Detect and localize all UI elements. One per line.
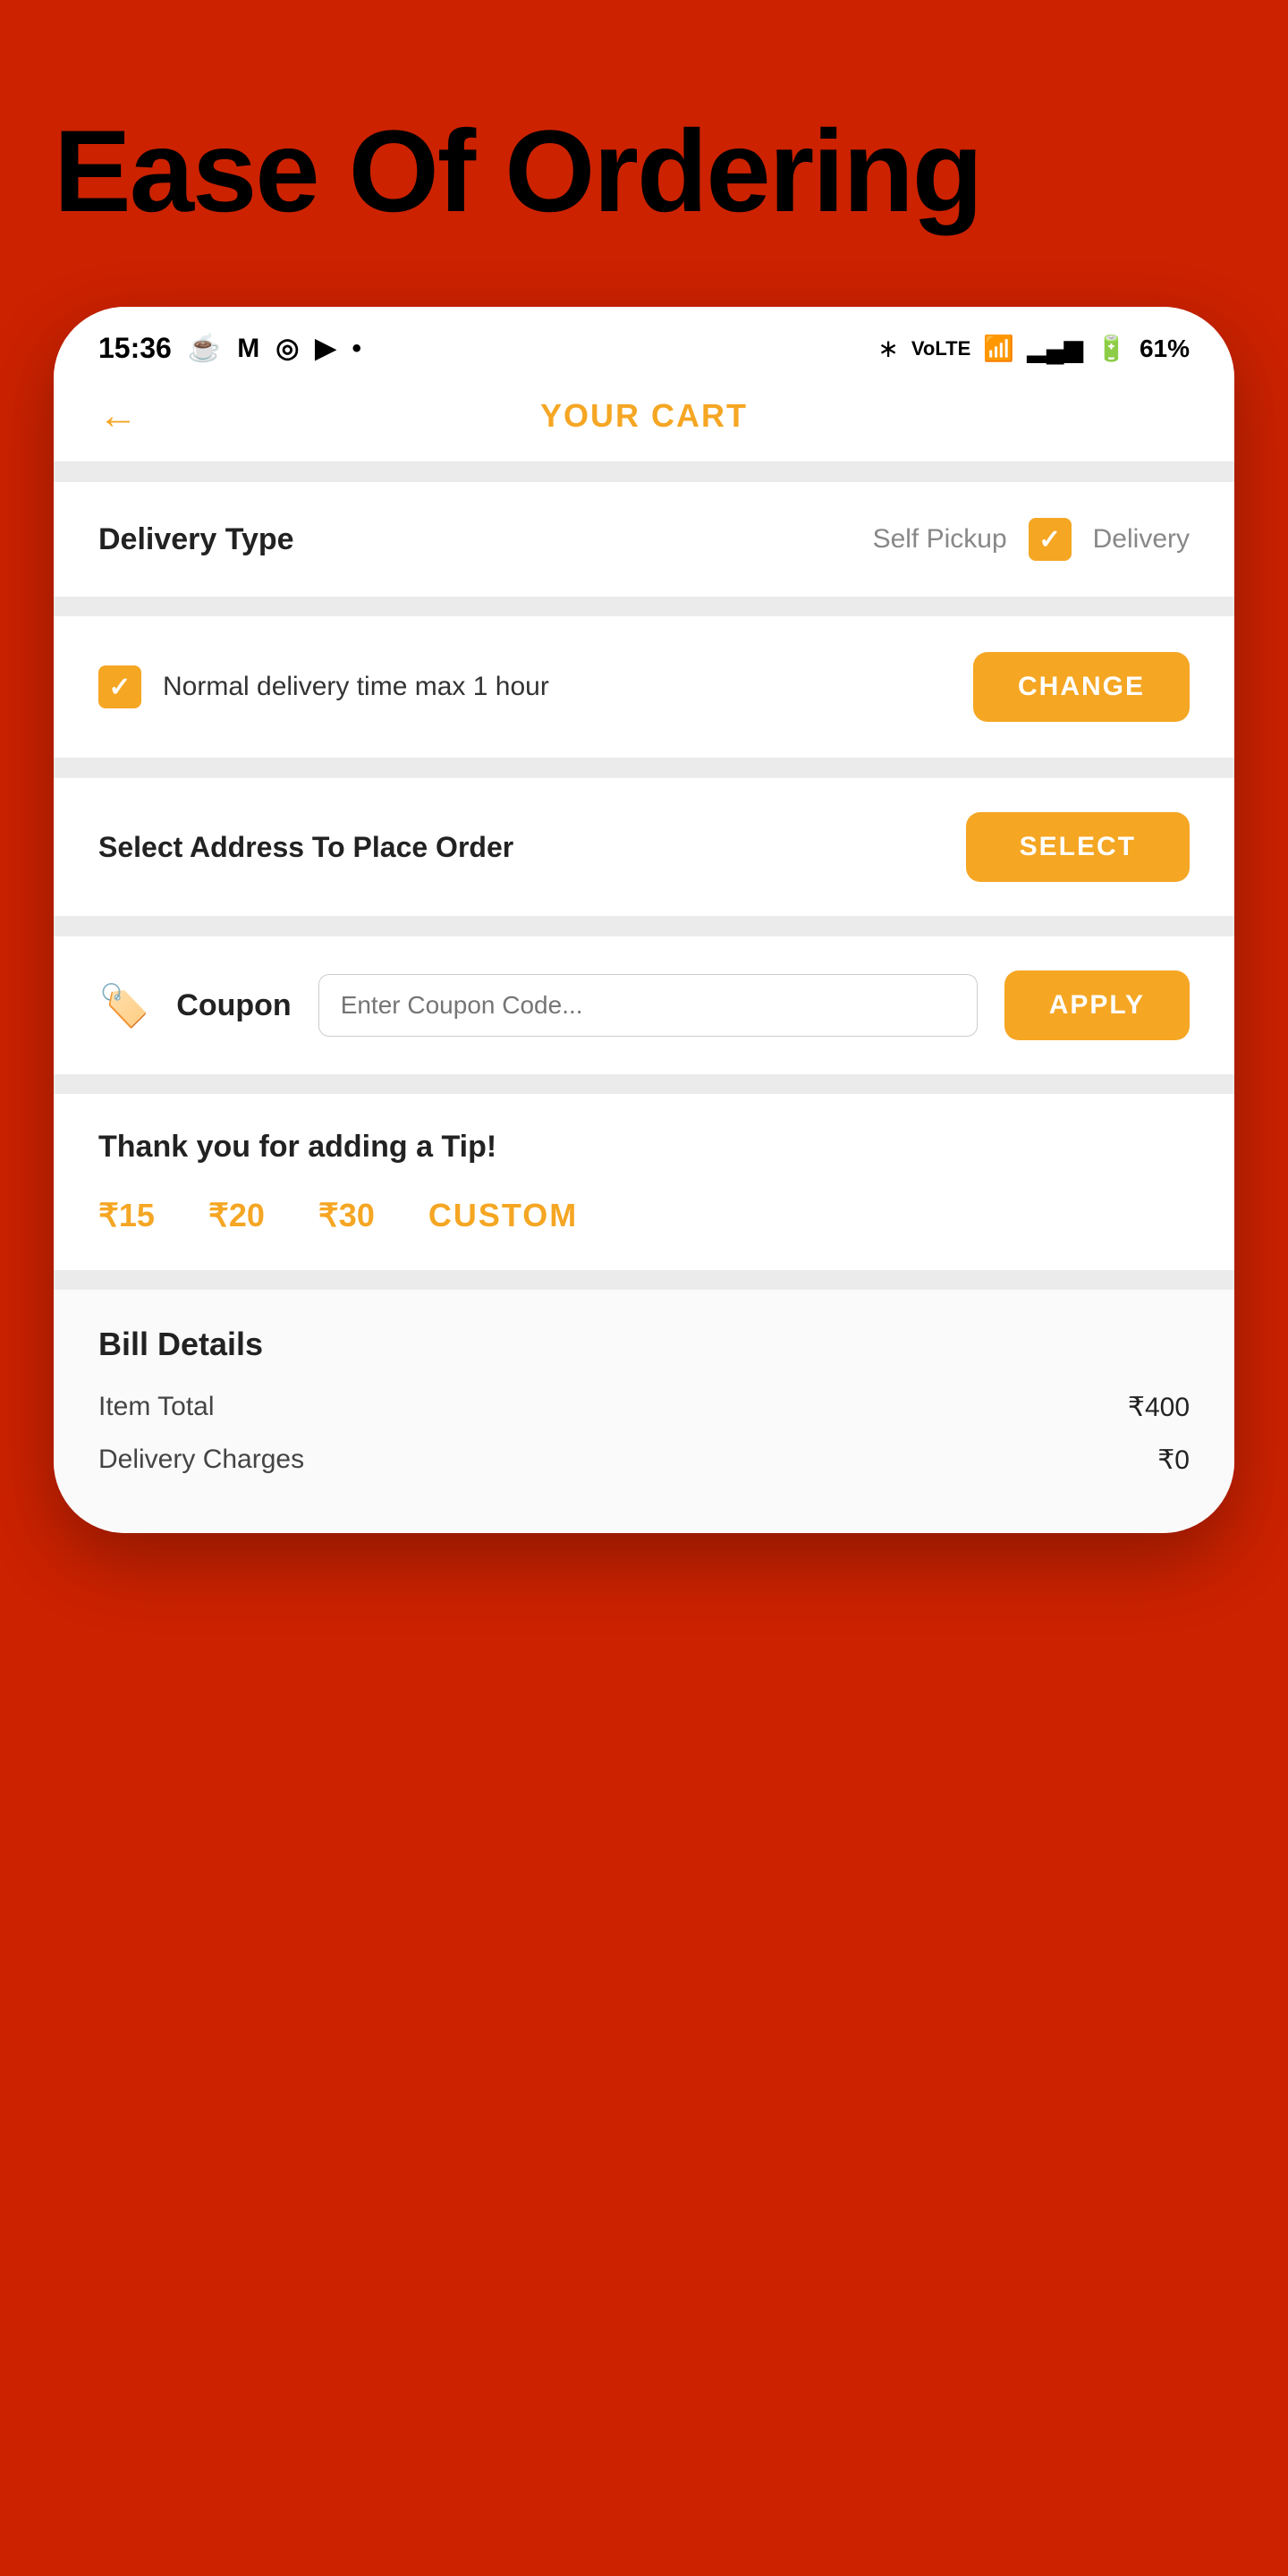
separator-4	[54, 916, 1234, 936]
header-title: YOUR CART	[540, 397, 748, 435]
address-label: Select Address To Place Order	[98, 831, 513, 864]
battery-icon: 🔋	[1096, 334, 1127, 363]
tip-section: Thank you for adding a Tip! ₹15 ₹20 ₹30 …	[54, 1094, 1234, 1270]
delivery-time-text: Normal delivery time max 1 hour	[163, 672, 549, 702]
item-total-value: ₹400	[1128, 1392, 1190, 1423]
delivery-option[interactable]: Delivery	[1093, 524, 1190, 555]
app-header: ← YOUR CART	[54, 379, 1234, 462]
separator-1	[54, 462, 1234, 482]
page-title: Ease Of Ordering	[0, 107, 981, 235]
change-button[interactable]: CHANGE	[973, 652, 1190, 722]
select-address-button[interactable]: SELECT	[966, 812, 1190, 882]
delivery-time-checkbox[interactable]: ✓	[98, 665, 141, 708]
back-button[interactable]: ←	[98, 394, 138, 438]
bluetooth-icon: ∗	[877, 334, 898, 363]
status-time: 15:36	[98, 332, 172, 365]
delivery-charges-label: Delivery Charges	[98, 1445, 304, 1476]
signal-icon: ▂▄▆	[1027, 334, 1083, 363]
coupon-section: 🏷️ Coupon APPLY	[54, 936, 1234, 1074]
youtube-icon: ▶	[315, 333, 335, 364]
wifi-icon: 📶	[983, 334, 1014, 363]
moto-icon: ◎	[275, 333, 299, 364]
whatsapp-icon: ☕	[188, 333, 221, 364]
dot-icon: •	[352, 334, 361, 364]
tip-options: ₹15 ₹20 ₹30 CUSTOM	[98, 1197, 1190, 1234]
lte-icon: VoLTE	[911, 337, 970, 360]
coupon-input[interactable]	[318, 974, 978, 1037]
bill-row-delivery: Delivery Charges ₹0	[98, 1445, 1190, 1476]
delivery-time-section: ✓ Normal delivery time max 1 hour CHANGE	[54, 616, 1234, 758]
address-section: Select Address To Place Order SELECT	[54, 777, 1234, 916]
tip-option-20[interactable]: ₹20	[208, 1197, 265, 1234]
phone-frame: 15:36 ☕ M ◎ ▶ • ∗ VoLTE 📶 ▂▄▆ 🔋 61% ← YO…	[54, 307, 1234, 1533]
status-bar: 15:36 ☕ M ◎ ▶ • ∗ VoLTE 📶 ▂▄▆ 🔋 61%	[54, 307, 1234, 379]
separator-5	[54, 1074, 1234, 1094]
status-right: ∗ VoLTE 📶 ▂▄▆ 🔋 61%	[877, 334, 1190, 363]
tip-title: Thank you for adding a Tip!	[98, 1130, 1190, 1165]
bill-row-item-total: Item Total ₹400	[98, 1392, 1190, 1423]
delivery-options: Self Pickup ✓ Delivery	[873, 518, 1190, 561]
item-total-label: Item Total	[98, 1392, 215, 1423]
bill-title: Bill Details	[98, 1326, 1190, 1363]
coupon-label: Coupon	[176, 988, 291, 1023]
delivery-type-label: Delivery Type	[98, 522, 294, 557]
battery-text: 61%	[1140, 335, 1190, 363]
tip-option-30[interactable]: ₹30	[318, 1197, 375, 1234]
gmail-icon: M	[237, 334, 259, 364]
separator-6	[54, 1270, 1234, 1290]
separator-2	[54, 597, 1234, 616]
delivery-checkbox[interactable]: ✓	[1029, 518, 1072, 561]
delivery-time-left: ✓ Normal delivery time max 1 hour	[98, 665, 549, 708]
delivery-charges-value: ₹0	[1157, 1445, 1190, 1476]
separator-3	[54, 758, 1234, 777]
tip-custom-button[interactable]: CUSTOM	[428, 1197, 578, 1234]
tip-option-15[interactable]: ₹15	[98, 1197, 155, 1234]
self-pickup-option[interactable]: Self Pickup	[873, 524, 1007, 555]
bill-section: Bill Details Item Total ₹400 Delivery Ch…	[54, 1290, 1234, 1533]
apply-coupon-button[interactable]: APPLY	[1004, 970, 1190, 1040]
coupon-icon: 🏷️	[98, 981, 149, 1030]
status-left: 15:36 ☕ M ◎ ▶ •	[98, 332, 361, 365]
delivery-type-section: Delivery Type Self Pickup ✓ Delivery	[54, 482, 1234, 597]
